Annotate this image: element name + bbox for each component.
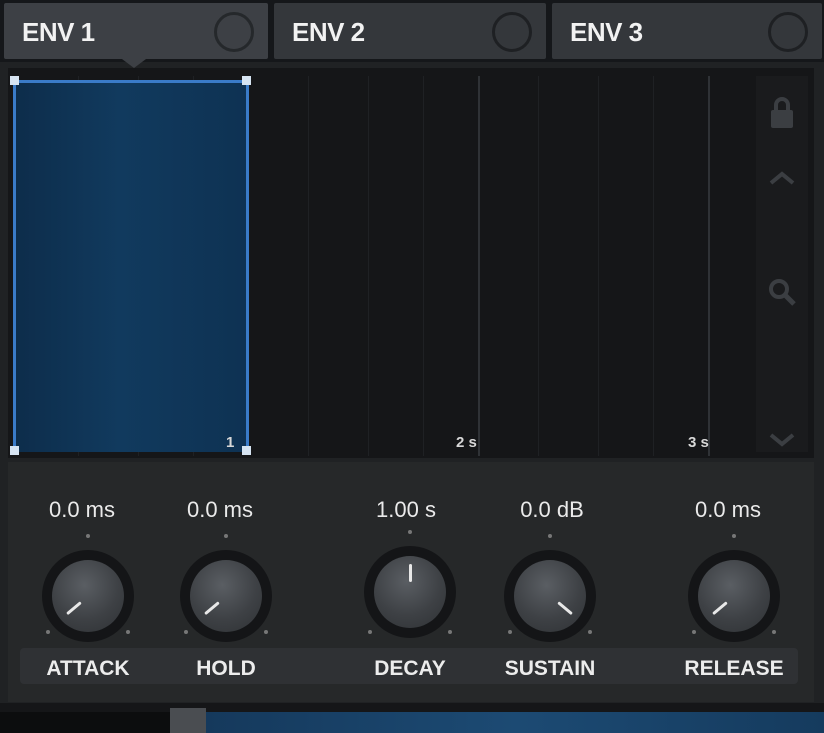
graph-side-toolbar bbox=[756, 76, 808, 452]
attack-label: ATTACK bbox=[46, 657, 130, 680]
release-knob[interactable] bbox=[684, 546, 784, 646]
attack-knob[interactable] bbox=[38, 546, 138, 646]
envelope-point-end[interactable] bbox=[242, 446, 251, 455]
release-value: 0.0 ms bbox=[694, 497, 762, 522]
ring-icon bbox=[214, 12, 254, 52]
zoom-icon[interactable] bbox=[756, 276, 808, 315]
ring-icon bbox=[768, 12, 808, 52]
time-label-3s: 3 s bbox=[688, 434, 709, 451]
active-tab-marker bbox=[118, 56, 150, 68]
grid-line bbox=[653, 76, 654, 456]
grid-line-3s bbox=[708, 76, 710, 456]
envelope-point-origin[interactable] bbox=[10, 446, 19, 455]
lock-icon[interactable] bbox=[756, 96, 808, 137]
tab-env-1-label: ENV 1 bbox=[22, 17, 95, 47]
grid-line bbox=[368, 76, 369, 456]
envelope-point-peak[interactable] bbox=[242, 76, 251, 85]
hold-value: 0.0 ms bbox=[186, 497, 254, 522]
tab-env-1[interactable]: ENV 1 bbox=[4, 3, 268, 59]
sustain-knob[interactable] bbox=[500, 546, 600, 646]
grid-line bbox=[423, 76, 424, 456]
envelope-shape bbox=[13, 80, 249, 452]
envelope-point-start[interactable] bbox=[10, 76, 19, 85]
release-label: RELEASE bbox=[684, 657, 784, 680]
knob-scale-dot bbox=[448, 630, 452, 634]
knob-scale-dot bbox=[86, 534, 90, 538]
sustain-label: SUSTAIN bbox=[504, 657, 596, 680]
knob-scale-dot bbox=[692, 630, 696, 634]
grid-line bbox=[308, 76, 309, 456]
knob-scale-dot bbox=[772, 630, 776, 634]
knob-scale-dot bbox=[46, 630, 50, 634]
knob-scale-dot bbox=[732, 534, 736, 538]
hold-knob[interactable] bbox=[176, 546, 276, 646]
decay-label: DECAY bbox=[374, 657, 446, 680]
knob-scale-dot bbox=[126, 630, 130, 634]
envelope-tab-bar: ENV 1 ENV 2 ENV 3 bbox=[0, 0, 824, 68]
knob-scale-dot bbox=[408, 530, 412, 534]
knob-scale-dot bbox=[184, 630, 188, 634]
knob-scale-dot bbox=[548, 534, 552, 538]
hold-label: HOLD bbox=[196, 657, 256, 680]
sustain-value: 0.0 dB bbox=[520, 497, 584, 522]
knob-scale-dot bbox=[368, 630, 372, 634]
time-label-1s: 1 bbox=[226, 434, 235, 451]
knob-scale-dot bbox=[588, 630, 592, 634]
envelope-graph[interactable]: 1 2 s 3 s bbox=[8, 68, 814, 458]
time-label-2s: 2 s bbox=[456, 434, 477, 451]
tab-env-2[interactable]: ENV 2 bbox=[274, 3, 546, 59]
decay-value: 1.00 s bbox=[376, 497, 436, 522]
ring-icon bbox=[492, 12, 532, 52]
decay-knob[interactable] bbox=[360, 542, 460, 642]
tab-env-3[interactable]: ENV 3 bbox=[552, 3, 822, 59]
grid-line-2s bbox=[478, 76, 480, 456]
footer-handle[interactable] bbox=[170, 708, 206, 733]
tab-env-3-label: ENV 3 bbox=[570, 17, 643, 47]
knob-scale-dot bbox=[264, 630, 268, 634]
chevron-up-icon[interactable] bbox=[756, 160, 808, 192]
tab-env-2-label: ENV 2 bbox=[292, 17, 365, 47]
footer-segment bbox=[0, 712, 170, 733]
chevron-down-icon[interactable] bbox=[756, 422, 808, 454]
attack-value: 0.0 ms bbox=[48, 497, 116, 522]
grid-line bbox=[598, 76, 599, 456]
knob-scale-dot bbox=[224, 534, 228, 538]
footer-waveform bbox=[206, 712, 824, 733]
grid-line bbox=[538, 76, 539, 456]
knob-scale-dot bbox=[508, 630, 512, 634]
